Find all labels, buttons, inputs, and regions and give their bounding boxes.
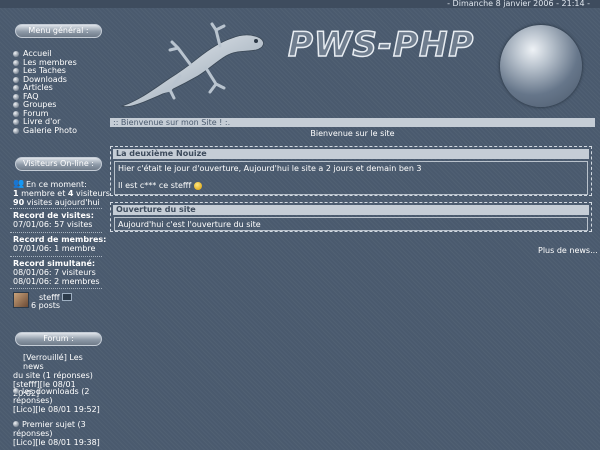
bullet-icon (13, 388, 19, 394)
site-logo-text[interactable]: PWS-PHP (287, 24, 474, 66)
glass-sphere-icon (500, 25, 582, 107)
people-icon: 👥 (13, 179, 25, 189)
bullet-icon (13, 110, 19, 117)
online-members-line: 1 membre et 4 visiteurs (13, 189, 110, 198)
forum-topic-item[interactable]: les downloads (2 réponses) [Lico][le 08/… (13, 387, 103, 414)
record-simult-label: Record simultané: (13, 259, 96, 268)
welcome-bar: :: Bienvenue sur mon Site ! :. (110, 118, 595, 127)
visitors-block-title: Visiteurs On-line : (15, 157, 102, 171)
bullet-icon (13, 127, 19, 134)
menu-item-galerie[interactable]: Galerie Photo (13, 126, 77, 136)
bullet-icon (13, 102, 19, 108)
news-title[interactable]: La deuxième Nouize (113, 149, 589, 159)
bullet-icon (13, 59, 19, 66)
bullet-icon (13, 93, 19, 100)
news-item: La deuxième Nouize Hier c'était le jour … (110, 146, 592, 196)
record-simult-line1: 08/01/06: 7 visiteurs (13, 268, 96, 277)
bullet-icon (13, 76, 19, 83)
user-posts: 6 posts (31, 301, 61, 310)
divider (10, 232, 102, 233)
record-members-label: Record de membres: (13, 235, 107, 244)
record-members-value: 07/01/06: 1 membre (13, 244, 96, 253)
bullet-icon (13, 51, 19, 57)
menu-block-title: Menu général : (15, 24, 102, 38)
bullet-icon (13, 119, 19, 125)
forum-topic-item[interactable]: Premier sujet (3 réponses) [Lico][le 08/… (13, 420, 103, 447)
news-body: Aujourd'hui c'est l'ouverture du site (114, 217, 588, 231)
lizard-logo-icon (120, 22, 264, 108)
divider (10, 208, 102, 209)
divider (10, 256, 102, 257)
news-body: Hier c'était le jour d'ouverture, Aujour… (114, 161, 588, 195)
welcome-text: Bienvenue sur le site (310, 129, 395, 138)
more-news-link[interactable]: Plus de news... (538, 246, 598, 255)
bullet-icon (13, 421, 19, 427)
record-simult-line2: 08/01/06: 2 membres (13, 277, 100, 286)
sidebar: Menu général : Accueil Les membres Les T… (0, 0, 110, 447)
date-time: - Dimanche 8 janvier 2006 - 21:14 - (447, 0, 590, 8)
main-menu: Accueil Les membres Les Taches Downloads… (13, 49, 77, 136)
divider (10, 288, 102, 289)
news-item: Ouverture du site Aujourd'hui c'est l'ou… (110, 202, 592, 232)
bullet-icon (13, 68, 19, 74)
forum-block-title: Forum : (15, 332, 102, 346)
online-today-line: 90 visites aujourd'hui (13, 198, 100, 207)
user-avatar[interactable] (13, 292, 29, 308)
smiley-icon (193, 181, 202, 190)
bullet-icon (13, 85, 19, 91)
record-visits-value: 07/01/06: 57 visites (13, 220, 93, 229)
news-title[interactable]: Ouverture du site (113, 205, 589, 215)
message-icon[interactable] (62, 293, 72, 301)
online-now-label: En ce moment: (26, 180, 87, 189)
record-visits-label: Record de visites: (13, 211, 94, 220)
